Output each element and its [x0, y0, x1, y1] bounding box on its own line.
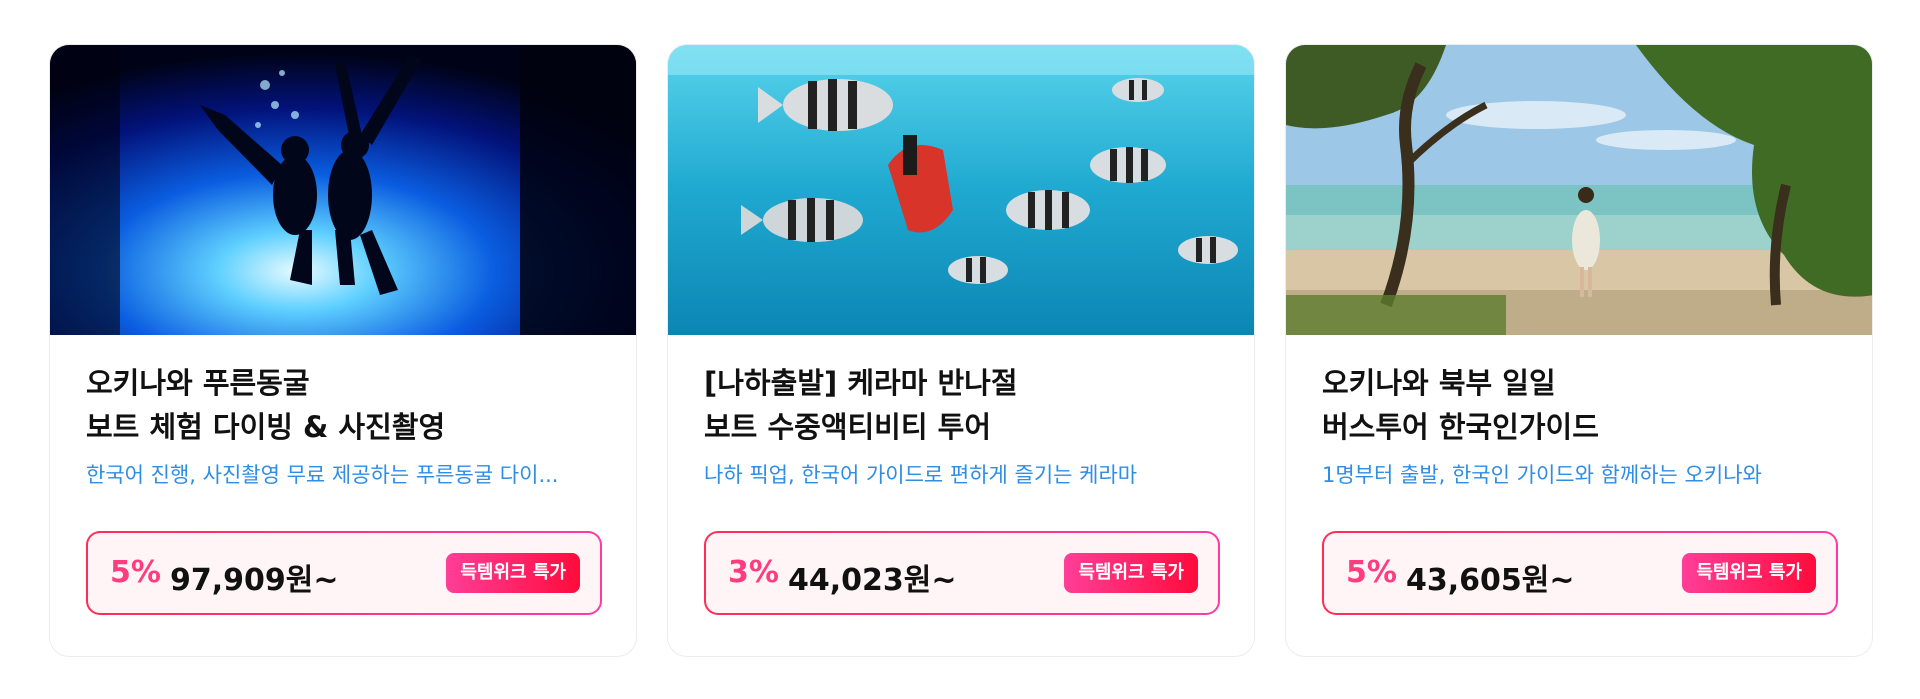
scuba-diving-image[interactable]	[50, 45, 636, 335]
product-title-line1: 오키나와 북부 일일	[1322, 366, 1556, 400]
special-deal-badge: 득템위크 특가	[446, 553, 580, 593]
discount-rate: 5%	[110, 555, 161, 590]
snorkeling-image[interactable]	[668, 45, 1254, 335]
beach-trees-icon	[1286, 45, 1872, 335]
product-title[interactable]: [나하출발] 케라마 반나절 보트 수중액티비티 투어	[704, 361, 1224, 449]
price: 43,605원~	[1406, 563, 1575, 598]
discount-rate: 3%	[728, 555, 779, 590]
price: 97,909원~	[170, 563, 339, 598]
product-title[interactable]: 오키나와 북부 일일 버스투어 한국인가이드	[1322, 361, 1842, 449]
product-title-line2: 보트 수중액티비티 투어	[704, 410, 991, 444]
scuba-divers-icon	[50, 45, 636, 335]
product-title-line2: 보트 체험 다이빙 & 사진촬영	[86, 410, 446, 444]
product-title-line1: 오키나와 푸른동굴	[86, 366, 310, 400]
product-card[interactable]: 오키나와 푸른동굴 보트 체험 다이빙 & 사진촬영 한국어 진행, 사진촬영 …	[49, 44, 637, 657]
product-title-line2: 버스투어 한국인가이드	[1322, 410, 1599, 444]
product-description: 1명부터 출발, 한국인 가이드와 함께하는 오키나와	[1322, 463, 1762, 487]
price-box[interactable]: 5% 43,605원~ 득템위크 특가	[1322, 531, 1838, 615]
product-card[interactable]: 오키나와 북부 일일 버스투어 한국인가이드 1명부터 출발, 한국인 가이드와…	[1285, 44, 1873, 657]
special-deal-badge: 득템위크 특가	[1064, 553, 1198, 593]
tropical-fish-icon	[668, 45, 1254, 335]
beach-tour-image[interactable]	[1286, 45, 1872, 335]
discount-rate: 5%	[1346, 555, 1397, 590]
product-card-list: 오키나와 푸른동굴 보트 체험 다이빙 & 사진촬영 한국어 진행, 사진촬영 …	[49, 44, 1873, 657]
price-box[interactable]: 5% 97,909원~ 득템위크 특가	[86, 531, 602, 615]
product-title[interactable]: 오키나와 푸른동굴 보트 체험 다이빙 & 사진촬영	[86, 361, 606, 449]
special-deal-badge: 득템위크 특가	[1682, 553, 1816, 593]
product-title-line1: [나하출발] 케라마 반나절	[704, 366, 1018, 400]
product-card[interactable]: [나하출발] 케라마 반나절 보트 수중액티비티 투어 나하 픽업, 한국어 가…	[667, 44, 1255, 657]
product-description: 한국어 진행, 사진촬영 무료 제공하는 푸른동굴 다이...	[86, 463, 559, 487]
product-description: 나하 픽업, 한국어 가이드로 편하게 즐기는 케라마	[704, 463, 1138, 487]
price-box[interactable]: 3% 44,023원~ 득템위크 특가	[704, 531, 1220, 615]
price: 44,023원~	[788, 563, 957, 598]
